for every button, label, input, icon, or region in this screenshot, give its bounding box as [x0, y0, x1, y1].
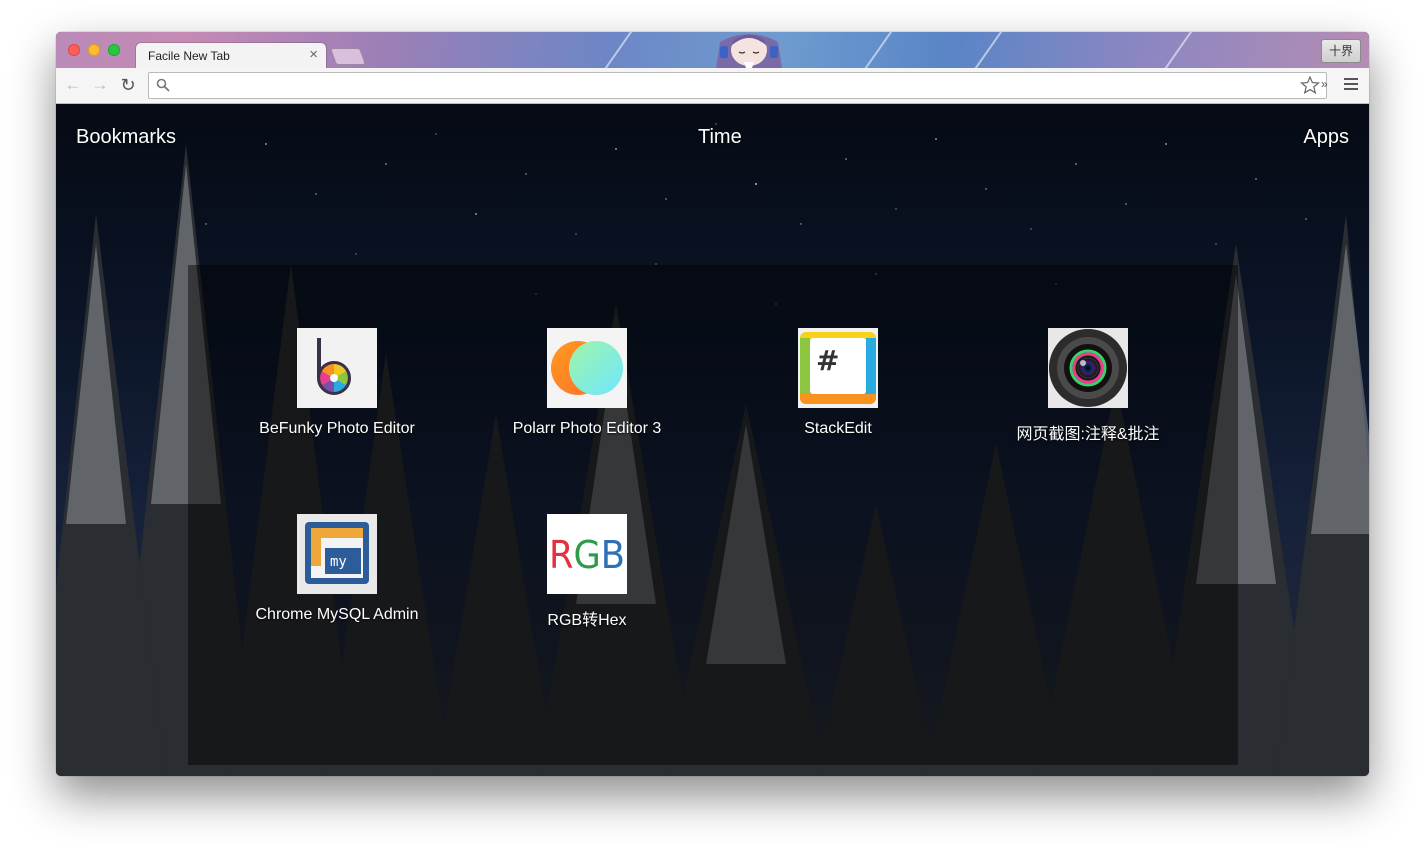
app-label: 网页截图:注释&批注	[1016, 426, 1160, 443]
extensions-overflow-chevron-icon[interactable]: »	[1321, 77, 1328, 91]
rgb-icon: RGB	[547, 514, 627, 594]
bookmarks-link[interactable]: Bookmarks	[76, 126, 176, 149]
decor-streak	[858, 32, 896, 68]
browser-window: Facile New Tab × 十界 ← → ↻ » Bookmarks Ti…	[56, 32, 1369, 776]
bookmark-star-icon[interactable]	[1300, 75, 1320, 95]
minimize-window-button[interactable]	[88, 44, 100, 56]
rgb-icon-letter: G	[573, 533, 600, 577]
rgb-icon-letter: B	[601, 533, 625, 577]
forward-arrow-icon[interactable]: →	[90, 75, 110, 95]
app-label: Polarr Photo Editor 3	[512, 420, 662, 437]
svg-text:RGB: RGB	[549, 533, 625, 577]
befunky-icon	[297, 328, 377, 408]
stackedit-icon: #	[798, 328, 878, 408]
time-link[interactable]: Time	[698, 126, 742, 149]
reload-icon[interactable]: ↻	[118, 75, 138, 95]
app-label: Chrome MySQL Admin	[255, 606, 419, 623]
tab-close-icon[interactable]: ×	[309, 46, 318, 63]
app-tile-screenshot[interactable]: 网页截图:注释&批注	[968, 328, 1208, 444]
zoom-window-button[interactable]	[108, 44, 120, 56]
svg-text:my: my	[330, 554, 347, 570]
new-tab-button[interactable]	[329, 48, 367, 65]
rgb-icon-letter: R	[549, 533, 573, 577]
app-tile-mysql-admin[interactable]: my Chrome MySQL Admin	[217, 514, 457, 624]
decor-streak	[968, 32, 1006, 68]
svg-text:#: #	[816, 344, 839, 377]
polarr-icon	[547, 328, 627, 408]
profile-button[interactable]: 十界	[1320, 39, 1361, 63]
app-label: BeFunky Photo Editor	[259, 420, 415, 437]
app-tile-polarr[interactable]: Polarr Photo Editor 3	[467, 328, 707, 438]
tab-title: Facile New Tab	[148, 49, 230, 63]
decor-streak	[598, 32, 636, 68]
app-label: StackEdit	[804, 420, 872, 437]
new-tab-page: Bookmarks Time Apps BeFunky Photo Editor…	[56, 104, 1369, 776]
apps-link[interactable]: Apps	[1303, 126, 1349, 149]
mysql-admin-icon: my	[297, 514, 377, 594]
app-tile-stackedit[interactable]: # StackEdit	[718, 328, 958, 438]
app-tile-rgb-hex[interactable]: RGB RGB转Hex	[467, 514, 707, 630]
app-tile-befunky[interactable]: BeFunky Photo Editor	[217, 328, 457, 438]
app-label: RGB转Hex	[547, 612, 627, 629]
title-bar: Facile New Tab × 十界	[56, 32, 1369, 68]
browser-toolbar: ← → ↻ »	[56, 68, 1369, 104]
decor-streak	[1158, 32, 1196, 68]
theme-character-image	[716, 34, 782, 68]
address-input[interactable]	[175, 76, 1279, 96]
address-bar[interactable]	[148, 72, 1327, 99]
hamburger-menu-icon[interactable]	[1344, 78, 1358, 92]
camera-lens-icon	[1048, 328, 1128, 408]
search-icon	[156, 78, 170, 92]
close-window-button[interactable]	[68, 44, 80, 56]
back-arrow-icon[interactable]: ←	[63, 75, 83, 95]
tab-facile-new-tab[interactable]: Facile New Tab ×	[136, 43, 326, 68]
apps-panel: BeFunky Photo Editor Polarr Photo Editor…	[188, 265, 1238, 765]
